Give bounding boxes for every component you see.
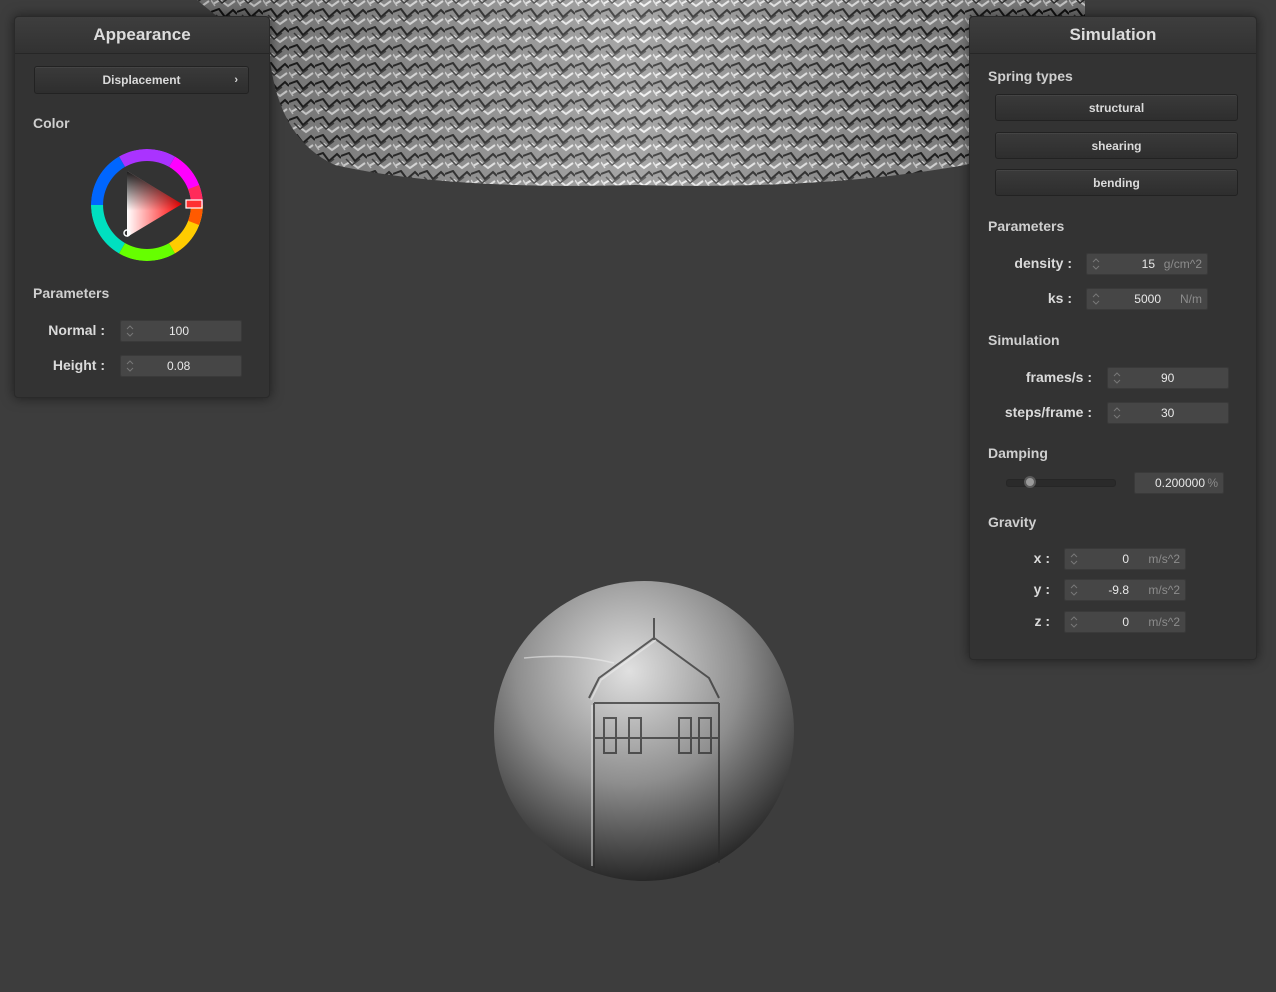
gravity-x-unit: m/s^2 [1148, 552, 1180, 566]
damping-slider-track[interactable] [1006, 479, 1116, 487]
normal-label: Normal : [48, 322, 105, 338]
gravity-y-spinbox[interactable]: -9.8 m/s^2 [1064, 579, 1186, 601]
ks-value: 5000 [1134, 292, 1161, 306]
spin-arrows-icon[interactable] [126, 323, 134, 339]
fps-value: 90 [1161, 371, 1175, 385]
gravity-x-value: 0 [1122, 552, 1129, 566]
ks-unit: N/m [1180, 292, 1202, 306]
gravity-x-label: x : [1033, 550, 1050, 566]
panel-title: Appearance [15, 17, 269, 54]
structural-button[interactable]: structural [995, 94, 1238, 121]
fps-label: frames/s : [1025, 369, 1092, 385]
spin-arrows-icon[interactable] [1092, 291, 1100, 307]
normal-spinbox[interactable]: 100 [120, 320, 242, 342]
gravity-section-title: Gravity [988, 514, 1037, 530]
parameters-section-title: Parameters [988, 218, 1065, 234]
spin-arrows-icon[interactable] [1070, 614, 1078, 630]
color-wheel[interactable] [87, 145, 207, 265]
gravity-z-spinbox[interactable]: 0 m/s^2 [1064, 611, 1186, 633]
steps-label: steps/frame : [1004, 404, 1092, 420]
damping-unit: % [1207, 476, 1218, 490]
simulation-section-title: Simulation [988, 332, 1060, 348]
simulation-panel: Simulation Spring types structural shear… [969, 16, 1257, 660]
spin-arrows-icon[interactable] [1070, 551, 1078, 567]
gravity-y-unit: m/s^2 [1148, 583, 1180, 597]
steps-value: 30 [1161, 406, 1175, 420]
spin-arrows-icon[interactable] [1070, 582, 1078, 598]
parameters-section-title: Parameters [33, 285, 110, 301]
normal-value: 100 [169, 324, 190, 338]
cloth-mesh [197, 0, 1085, 186]
gravity-x-spinbox[interactable]: 0 m/s^2 [1064, 548, 1186, 570]
ks-spinbox[interactable]: 5000 N/m [1086, 288, 1208, 310]
height-label: Height : [52, 357, 105, 373]
height-value: 0.08 [167, 359, 191, 373]
render-viewport[interactable]: Appearance Displacement › Color Paramete… [0, 0, 1276, 992]
damping-section-title: Damping [988, 445, 1048, 461]
steps-spinbox[interactable]: 30 [1107, 402, 1229, 424]
damping-field[interactable]: 0.200000 % [1134, 472, 1224, 494]
density-spinbox[interactable]: 15 g/cm^2 [1086, 253, 1208, 275]
density-unit: g/cm^2 [1163, 257, 1202, 271]
chevron-right-icon: › [234, 74, 238, 86]
panel-title: Simulation [970, 17, 1256, 54]
density-label: density : [1014, 255, 1072, 271]
spin-arrows-icon[interactable] [126, 358, 134, 374]
fps-spinbox[interactable]: 90 [1107, 367, 1229, 389]
bending-button[interactable]: bending [995, 169, 1238, 196]
color-section-title: Color [33, 115, 70, 131]
shearing-button[interactable]: shearing [995, 132, 1238, 159]
shader-dropdown-label: Displacement [102, 73, 181, 87]
spin-arrows-icon[interactable] [1092, 256, 1100, 272]
gravity-y-value: -9.8 [1108, 583, 1129, 597]
spin-arrows-icon[interactable] [1113, 405, 1121, 421]
gravity-z-unit: m/s^2 [1148, 615, 1180, 629]
displaced-sphere [494, 581, 794, 881]
damping-slider-knob[interactable] [1023, 476, 1036, 488]
spin-arrows-icon[interactable] [1113, 370, 1121, 386]
gravity-y-label: y : [1033, 581, 1050, 597]
spring-types-title: Spring types [988, 68, 1073, 84]
ks-label: ks : [1047, 290, 1072, 306]
shader-dropdown[interactable]: Displacement › [34, 66, 249, 94]
density-value: 15 [1141, 257, 1155, 271]
height-spinbox[interactable]: 0.08 [120, 355, 242, 377]
appearance-panel: Appearance Displacement › Color Paramete… [14, 16, 270, 398]
damping-value: 0.200000 [1154, 476, 1205, 490]
gravity-z-value: 0 [1122, 615, 1129, 629]
gravity-z-label: z : [1034, 613, 1050, 629]
